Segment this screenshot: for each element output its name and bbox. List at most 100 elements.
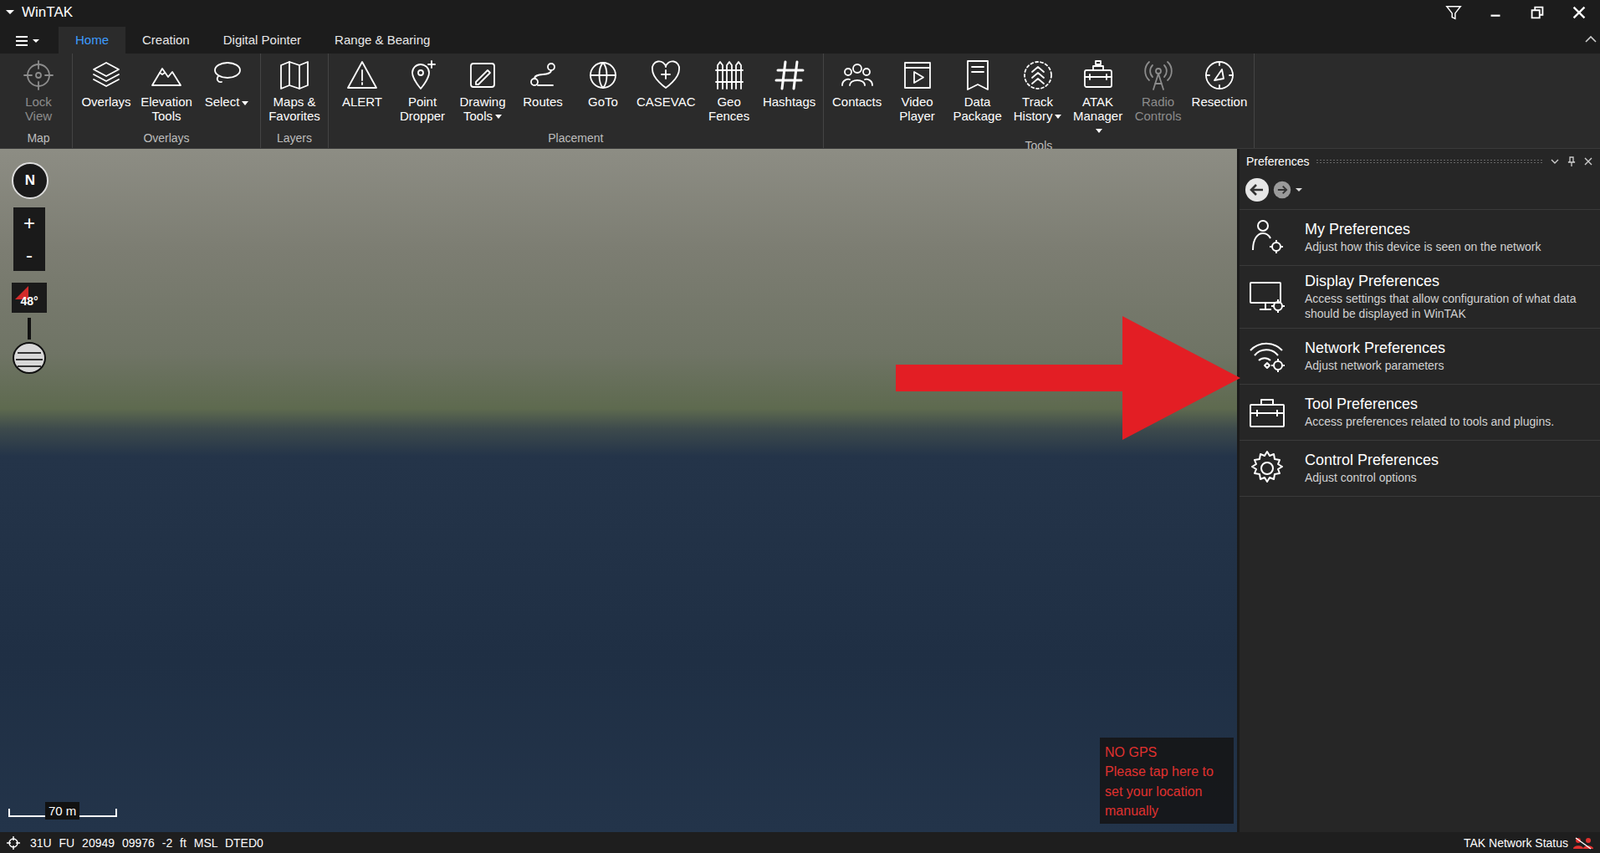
ribbon-button-label: Routes — [516, 95, 570, 110]
ribbon-button-label: CASEVAC — [636, 95, 696, 110]
ribbon-button-icon — [649, 58, 683, 93]
ribbon-button[interactable]: Elevation Tools — [138, 58, 195, 123]
preference-icon — [1247, 277, 1287, 317]
zoom-out-button[interactable]: - — [13, 239, 46, 271]
ribbon-button[interactable]: Geo Fences — [700, 58, 758, 123]
preference-title: My Preferences — [1304, 220, 1542, 239]
history-dropdown-icon[interactable] — [1294, 185, 1304, 195]
ribbon-button[interactable]: Drawing Tools — [454, 58, 512, 123]
preference-description: Access settings that allow configuration… — [1304, 291, 1592, 322]
app-menu-button[interactable] — [15, 28, 41, 54]
close-panel-icon[interactable] — [1583, 156, 1594, 167]
preference-item[interactable]: Display PreferencesAccess settings that … — [1239, 265, 1600, 328]
preference-icon — [1247, 218, 1287, 257]
ribbon-button-label: Resection — [1191, 95, 1248, 110]
preference-icon — [1247, 449, 1287, 488]
ribbon-button[interactable]: ALERT — [333, 58, 391, 110]
preferences-panel: Preferences My PreferencesAdjust how this… — [1237, 148, 1600, 833]
ribbon-button-icon — [772, 58, 807, 93]
ribbon-button-label: Select — [199, 95, 254, 110]
ribbon-button-icon — [1202, 58, 1237, 93]
chevron-down-icon[interactable] — [1549, 156, 1560, 167]
ribbon-button[interactable]: Maps & Favorites — [265, 58, 323, 123]
preference-description: Adjust control options — [1304, 470, 1439, 486]
ribbon-button-label: Hashtags — [762, 95, 817, 110]
annotation-arrow — [895, 316, 1241, 440]
ribbon-button-label: Radio Controls — [1131, 95, 1186, 123]
preference-description: Adjust how this device is seen on the ne… — [1304, 240, 1542, 256]
ribbon-button[interactable]: Contacts — [828, 58, 886, 110]
ribbon-tab[interactable]: Range & Bearing — [317, 26, 447, 54]
ribbon-button-icon — [345, 58, 379, 93]
restore-icon[interactable] — [1528, 3, 1547, 22]
ribbon-button-icon — [277, 58, 312, 93]
preference-item[interactable]: Control PreferencesAdjust control option… — [1239, 439, 1600, 497]
ribbon: Lock ViewMapOverlaysElevation Tools Selec… — [0, 53, 1600, 149]
ribbon-tab[interactable]: Digital Pointer — [206, 26, 318, 54]
ribbon-button[interactable]: Video Player — [889, 58, 946, 123]
panel-header: Preferences — [1239, 148, 1600, 174]
ribbon-button[interactable]: Point Dropper — [393, 58, 451, 123]
ribbon-group: OverlaysElevation ToolsSelectOverlays — [72, 53, 261, 149]
ribbon-group-label: Map — [10, 129, 67, 149]
ribbon-button-icon — [209, 58, 244, 93]
ribbon-button-label: ATAK Manager — [1071, 95, 1125, 138]
ribbon-group: ALERTPoint DropperDrawing Tools Routes GoT… — [328, 53, 824, 149]
ribbon-button[interactable]: CASEVAC — [634, 58, 698, 110]
network-status[interactable]: TAK Network Status — [1463, 836, 1594, 850]
compass[interactable]: N — [11, 162, 49, 200]
ribbon-button-icon — [89, 58, 123, 93]
zoom-in-button[interactable]: + — [13, 207, 46, 240]
ribbon-button-icon — [900, 58, 935, 93]
ribbon-button-label: Maps & Favorites — [267, 95, 322, 123]
dropdown-caret-icon — [1054, 114, 1062, 119]
network-status-icon — [1573, 836, 1594, 850]
tilt-slider-icon[interactable] — [10, 316, 48, 375]
ribbon-button[interactable]: Track History — [1009, 58, 1067, 123]
ribbon-button[interactable]: Hashtags — [761, 58, 818, 110]
ribbon-group: Lock ViewMap — [5, 53, 73, 149]
ribbon-tab[interactable]: Creation — [125, 26, 207, 54]
ribbon-group: Maps & FavoritesLayers — [260, 53, 329, 149]
ribbon-tab[interactable]: Home — [58, 26, 126, 54]
crosshair-icon[interactable] — [6, 836, 21, 850]
tilt-indicator[interactable]: 48° — [11, 282, 47, 313]
back-icon[interactable] — [1244, 177, 1270, 203]
preference-item[interactable]: Tool PreferencesAccess preferences relat… — [1239, 383, 1600, 440]
ribbon-button-label: Contacts — [830, 95, 885, 110]
ribbon-button[interactable]: Routes — [514, 58, 572, 110]
ribbon-button-icon — [465, 58, 500, 93]
no-gps-warning[interactable]: NO GPSPlease tap here toset your locatio… — [1099, 737, 1234, 824]
forward-icon[interactable] — [1272, 180, 1292, 200]
wintak-window: WinTAK HomeCreationDigital PointerRange &… — [0, 0, 1600, 853]
ribbon-button[interactable]: Data Package — [949, 58, 1007, 123]
ribbon-button: Radio Controls — [1129, 58, 1187, 123]
system-menu-icon[interactable] — [5, 7, 16, 18]
filter-icon[interactable] — [1444, 3, 1463, 22]
preference-item[interactable]: My PreferencesAdjust how this device is … — [1239, 209, 1600, 266]
ribbon-button[interactable]: ATAK Manager — [1069, 58, 1127, 138]
ribbon-button[interactable]: Select — [198, 58, 256, 110]
ribbon-button[interactable]: Overlays — [77, 58, 135, 110]
window-title: WinTAK — [21, 4, 73, 21]
scale-bar: 70 m — [8, 802, 118, 823]
map-view[interactable]: N +- 48° 70 m NO GPSPlease tap here toset yo… — [0, 148, 1238, 833]
ribbon-group: Contacts Video PlayerData PackageTrack Hi… — [823, 53, 1256, 149]
ribbon-button-label: Track History — [1011, 95, 1065, 123]
collapse-ribbon-icon[interactable] — [1584, 35, 1597, 44]
ribbon-button-label: Video Player — [890, 95, 945, 123]
ribbon-button-icon — [405, 58, 440, 93]
panel-navigation — [1239, 173, 1600, 210]
ribbon-button-icon — [961, 58, 995, 93]
preference-item[interactable]: Network PreferencesAdjust network parame… — [1239, 327, 1600, 384]
minimize-icon[interactable] — [1486, 3, 1505, 22]
dropdown-caret-icon — [1095, 128, 1103, 133]
ribbon-button[interactable]: Resection — [1190, 58, 1250, 110]
ribbon-button-label: Data Package — [950, 95, 1005, 123]
close-icon[interactable] — [1569, 3, 1589, 22]
preference-description: Access preferences related to tools and … — [1304, 414, 1554, 430]
pin-icon[interactable] — [1566, 156, 1577, 167]
ribbon-button-icon — [1141, 58, 1176, 93]
ribbon-button[interactable]: GoTo — [574, 58, 632, 110]
preference-description: Adjust network parameters — [1304, 358, 1446, 374]
